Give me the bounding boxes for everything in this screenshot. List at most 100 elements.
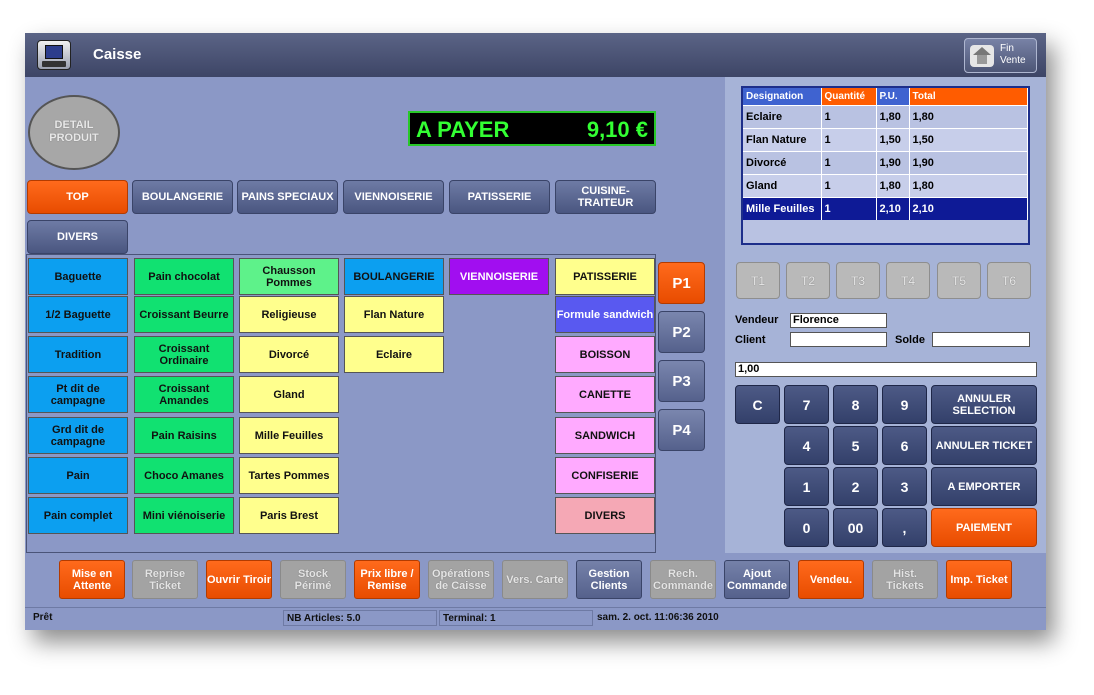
product-flan-nature[interactable]: Flan Nature — [344, 296, 444, 333]
product-divorce[interactable]: Divorcé — [239, 336, 339, 373]
operations-caisse-button[interactable]: Opérations de Caisse — [428, 560, 494, 599]
product-folder-confiserie[interactable]: CONFISERIE — [555, 457, 655, 494]
a-emporter-button[interactable]: A EMPORTER — [931, 467, 1037, 506]
category-divers[interactable]: DIVERS — [27, 220, 128, 254]
category-patisserie[interactable]: PATISSERIE — [449, 180, 550, 214]
product-folder-patisserie[interactable]: PATISSERIE — [555, 258, 655, 295]
table-row[interactable]: Eclaire 1 1,80 1,80 — [743, 104, 1028, 128]
product-folder-canette[interactable]: CANETTE — [555, 376, 655, 413]
annuler-selection-button[interactable]: ANNULER SELECTION — [931, 385, 1037, 424]
category-boulangerie[interactable]: BOULANGERIE — [132, 180, 233, 214]
cell: 1,80 — [909, 104, 1028, 128]
product-folder-boulangerie[interactable]: BOULANGERIE — [344, 258, 444, 295]
client-field[interactable] — [790, 332, 887, 347]
gestion-clients-button[interactable]: Gestion Clients — [576, 560, 642, 599]
product-tartes-pommes[interactable]: Tartes Pommes — [239, 457, 339, 494]
key-comma[interactable]: , — [882, 508, 927, 547]
key-c[interactable]: C — [735, 385, 780, 424]
page-p4-button[interactable]: P4 — [658, 409, 705, 451]
status-terminal: Terminal: 1 — [439, 610, 593, 626]
product-formule-sandwich[interactable]: Formule sandwich — [555, 296, 655, 333]
reprise-ticket-button[interactable]: Reprise Ticket — [132, 560, 198, 599]
product-religieuse[interactable]: Religieuse — [239, 296, 339, 333]
product-tradition[interactable]: Tradition — [28, 336, 128, 373]
product-half-baguette[interactable]: 1/2 Baguette — [28, 296, 128, 333]
hist-tickets-button[interactable]: Hist. Tickets — [872, 560, 938, 599]
ajout-commande-button[interactable]: Ajout Commande — [724, 560, 790, 599]
annuler-ticket-button[interactable]: ANNULER TICKET — [931, 426, 1037, 465]
key-3[interactable]: 3 — [882, 467, 927, 506]
product-gland[interactable]: Gland — [239, 376, 339, 413]
mise-en-attente-button[interactable]: Mise en Attente — [59, 560, 125, 599]
prix-libre-remise-button[interactable]: Prix libre / Remise — [354, 560, 420, 599]
table-t3-button[interactable]: T3 — [836, 262, 880, 299]
product-mille-feuilles[interactable]: Mille Feuilles — [239, 417, 339, 454]
product-folder-viennoiserie[interactable]: VIENNOISERIE — [449, 258, 549, 295]
product-croissant-amandes[interactable]: Croissant Amandes — [134, 376, 234, 413]
product-chausson-pommes[interactable]: Chausson Pommes — [239, 258, 339, 295]
key-8[interactable]: 8 — [833, 385, 878, 424]
quantity-input[interactable]: 1,00 — [735, 362, 1037, 377]
table-row[interactable]: Gland 1 1,80 1,80 — [743, 173, 1028, 197]
ouvrir-tiroir-button[interactable]: Ouvrir Tiroir — [206, 560, 272, 599]
product-pain[interactable]: Pain — [28, 457, 128, 494]
table-t6-button[interactable]: T6 — [987, 262, 1031, 299]
vendeur-field[interactable]: Florence — [790, 313, 887, 328]
imp-ticket-button[interactable]: Imp. Ticket — [946, 560, 1012, 599]
key-5[interactable]: 5 — [833, 426, 878, 465]
product-paris-brest[interactable]: Paris Brest — [239, 497, 339, 534]
table-t1-button[interactable]: T1 — [736, 262, 780, 299]
home-icon — [970, 45, 994, 67]
vers-carte-button[interactable]: Vers. Carte — [502, 560, 568, 599]
product-pain-chocolat[interactable]: Pain chocolat — [134, 258, 234, 295]
detail-produit-button[interactable]: DETAIL PRODUIT — [28, 95, 120, 170]
table-t5-button[interactable]: T5 — [937, 262, 981, 299]
paiement-button[interactable]: PAIEMENT — [931, 508, 1037, 547]
product-croissant-beurre[interactable]: Croissant Beurre — [134, 296, 234, 333]
fin-vente-button[interactable]: Fin Vente — [964, 38, 1037, 73]
table-t2-button[interactable]: T2 — [786, 262, 830, 299]
product-mini-viennoiserie[interactable]: Mini viénoiserie — [134, 497, 234, 534]
solde-field[interactable] — [932, 332, 1030, 347]
table-row[interactable]: Divorcé 1 1,90 1,90 — [743, 150, 1028, 174]
product-pain-raisins[interactable]: Pain Raisins — [134, 417, 234, 454]
product-grid: Baguette 1/2 Baguette Tradition Pt dit d… — [26, 254, 656, 553]
cell: 1,80 — [876, 104, 910, 128]
stock-perime-button[interactable]: Stock Périmé — [280, 560, 346, 599]
product-folder-boisson[interactable]: BOISSON — [555, 336, 655, 373]
product-baguette[interactable]: Baguette — [28, 258, 128, 295]
product-grd-dit-campagne[interactable]: Grd dit de campagne — [28, 417, 128, 454]
product-pain-complet[interactable]: Pain complet — [28, 497, 128, 534]
page-p3-button[interactable]: P3 — [658, 360, 705, 402]
amount-due-display: A PAYER 9,10 € — [408, 111, 656, 146]
key-2[interactable]: 2 — [833, 467, 878, 506]
key-00[interactable]: 00 — [833, 508, 878, 547]
product-choco-amanes[interactable]: Choco Amanes — [134, 457, 234, 494]
table-row-selected[interactable]: Mille Feuilles 1 2,10 2,10 — [743, 196, 1028, 220]
key-7[interactable]: 7 — [784, 385, 829, 424]
page-p2-button[interactable]: P2 — [658, 311, 705, 353]
cell: 1 — [821, 150, 877, 174]
category-cuisine-traiteur[interactable]: CUISINE-TRAITEUR — [555, 180, 656, 214]
key-1[interactable]: 1 — [784, 467, 829, 506]
solde-label: Solde — [895, 334, 925, 346]
category-top[interactable]: TOP — [27, 180, 128, 214]
key-0[interactable]: 0 — [784, 508, 829, 547]
product-eclaire[interactable]: Eclaire — [344, 336, 444, 373]
page-p1-button[interactable]: P1 — [658, 262, 705, 304]
cell: 1 — [821, 104, 877, 128]
category-viennoiserie[interactable]: VIENNOISERIE — [343, 180, 444, 214]
key-6[interactable]: 6 — [882, 426, 927, 465]
category-pains-speciaux[interactable]: PAINS SPECIAUX — [237, 180, 338, 214]
product-croissant-ordinaire[interactable]: Croissant Ordinaire — [134, 336, 234, 373]
key-4[interactable]: 4 — [784, 426, 829, 465]
product-folder-sandwich[interactable]: SANDWICH — [555, 417, 655, 454]
status-nb-articles: NB Articles: 5.0 — [283, 610, 437, 626]
table-row[interactable]: Flan Nature 1 1,50 1,50 — [743, 127, 1028, 151]
product-pt-dit-campagne[interactable]: Pt dit de campagne — [28, 376, 128, 413]
table-t4-button[interactable]: T4 — [886, 262, 930, 299]
product-folder-divers[interactable]: DIVERS — [555, 497, 655, 534]
vendeur-button[interactable]: Vendeu. — [798, 560, 864, 599]
key-9[interactable]: 9 — [882, 385, 927, 424]
rech-commande-button[interactable]: Rech. Commande — [650, 560, 716, 599]
